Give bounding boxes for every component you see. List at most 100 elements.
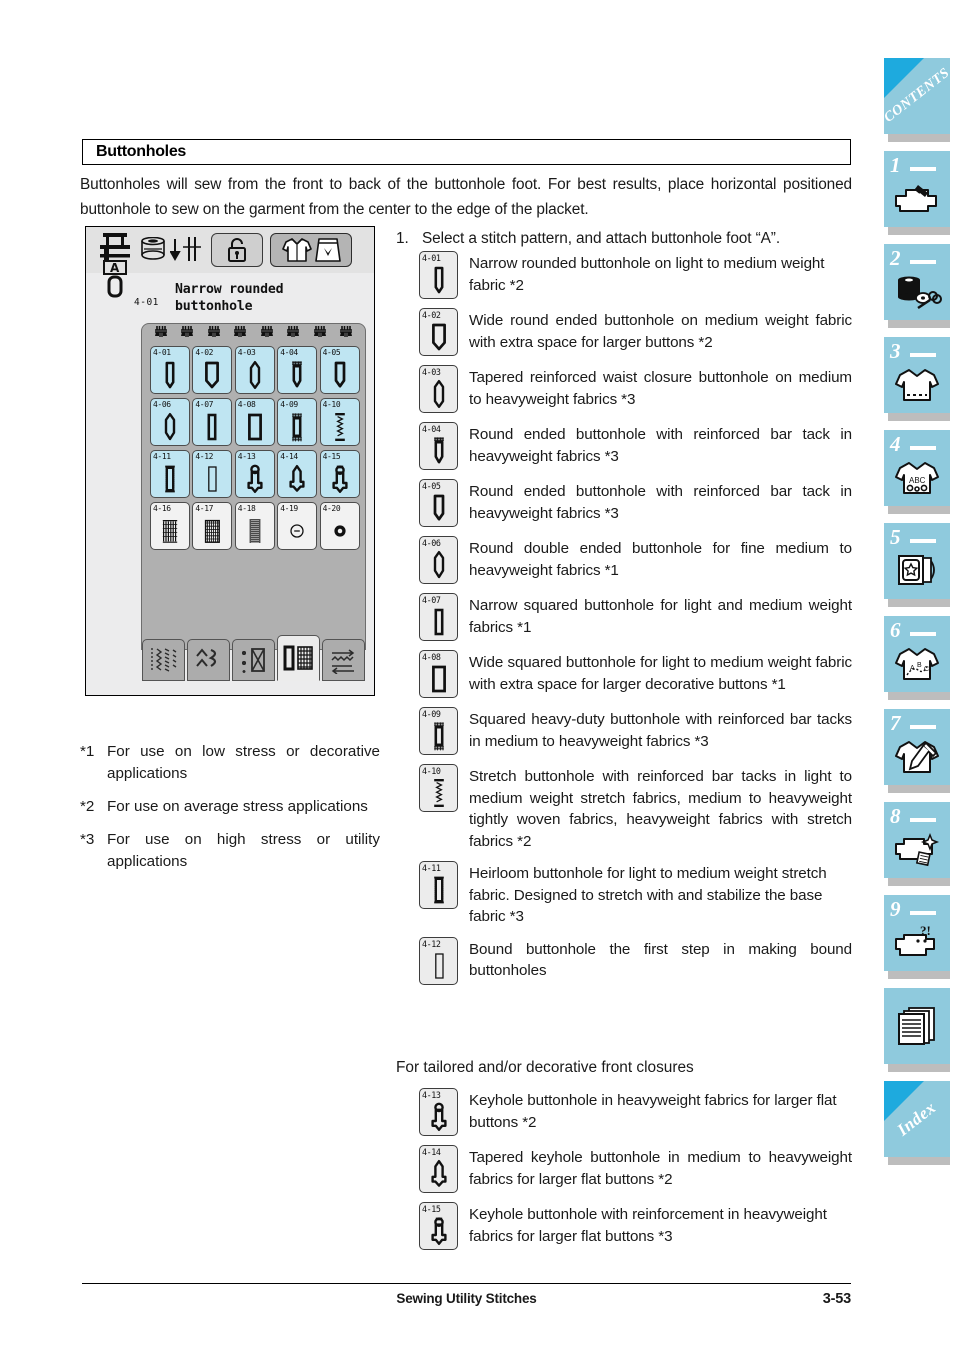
chapter-3-tab[interactable]: 3 [884, 337, 950, 421]
lcd-pattern-4-17[interactable]: 4-17 [192, 502, 233, 550]
pattern-label: 4-05 [322, 348, 341, 357]
chapter-9-tab[interactable]: 9 ?! [884, 895, 950, 979]
bh-bound-glyph [208, 466, 218, 492]
lcd-pattern-4-06[interactable]: 4-06 [150, 398, 190, 446]
lcd-pattern-4-16[interactable]: 4-16 [150, 502, 190, 550]
pattern-glyph [151, 359, 189, 391]
machine-question-icon: ?! [884, 918, 950, 968]
pattern-glyph [193, 359, 231, 391]
satin-stitch-tab[interactable] [232, 639, 275, 681]
pattern-label: 4-08 [237, 400, 256, 409]
lcd-pattern-4-18[interactable]: 4-18 [234, 502, 275, 550]
presser-foot-marker [207, 326, 221, 340]
bh-round-end-glyph [334, 361, 345, 388]
stitch-description-text: Squared heavy-duty buttonhole with reinf… [469, 711, 852, 750]
stitch-label: 4-09 [422, 709, 441, 719]
needle-down-icon [170, 237, 201, 262]
svg-text:A: A [110, 261, 120, 275]
lock-key-button[interactable] [211, 233, 263, 267]
reverse-direction-tab[interactable] [322, 639, 365, 681]
chapter-4-tab[interactable]: 4 ABC [884, 430, 950, 514]
lcd-pattern-4-13[interactable]: 4-13 [234, 450, 275, 498]
utility-stitch-tab[interactable] [142, 639, 185, 681]
bh-heirloom-glyph [433, 876, 444, 904]
stitch-description-row: 4-10 Stretch buttonhole with reinforced … [419, 764, 852, 852]
svg-text:B: B [917, 662, 922, 669]
footnote-marker: *3 [80, 831, 95, 848]
page: Buttonholes Buttonholes will sew from th… [0, 0, 954, 1346]
lcd-pattern-4-14[interactable]: 4-14 [277, 450, 318, 498]
bh-wide-square-glyph [431, 665, 446, 693]
lcd-pattern-4-08[interactable]: 4-08 [234, 398, 275, 446]
sewing-machine-icon [884, 174, 950, 224]
embroidery-hoop-icon [884, 546, 950, 596]
appendix-tab[interactable] [884, 988, 950, 1072]
documents-icon [884, 996, 950, 1056]
buttonhole-tab[interactable] [277, 635, 320, 681]
bh-tapered-glyph [249, 361, 260, 389]
lcd-pattern-4-20[interactable]: 4-20 [319, 502, 360, 550]
stitch-label: 4-12 [422, 938, 441, 949]
stitch-glyph [420, 492, 457, 524]
pattern-glyph [321, 515, 359, 547]
stitch-description-row: 4-12 Bound buttonhole the first step in … [419, 936, 852, 985]
bobbin-winder-icon [141, 237, 165, 260]
stitch-description-row: 4-05 Round ended buttonhole with reinfor… [419, 479, 852, 527]
pattern-glyph [236, 463, 274, 495]
bh-narrow-square-glyph [434, 608, 443, 636]
svg-text:A: A [910, 665, 915, 672]
lcd-pattern-4-04[interactable]: 4-04 [277, 346, 318, 394]
chapter-2-tab[interactable]: 2 [884, 244, 950, 328]
stitch-label: 4-14 [422, 1147, 441, 1157]
lcd-pattern-4-01[interactable]: 4-01 [150, 346, 190, 394]
tab-dash [910, 632, 936, 636]
presser-foot-marker [313, 326, 327, 340]
pattern-label: 4-18 [237, 504, 256, 513]
lcd-pattern-4-03[interactable]: 4-03 [234, 346, 275, 394]
lcd-pattern-panel: 4-01 4-02 4-03 4-04 4-05 4-06 4-07 4-08 … [141, 323, 366, 650]
chapter-6-tab[interactable]: 6 A B C [884, 616, 950, 700]
bh-keyhole-taper-glyph [289, 465, 305, 492]
chapter-1-tab[interactable]: 1 [884, 151, 950, 235]
stitch-description-row: 4-14 Tapered keyhole buttonhole in mediu… [419, 1145, 852, 1193]
lcd-pattern-4-02[interactable]: 4-02 [192, 346, 233, 394]
lcd-pattern-4-11[interactable]: 4-11 [150, 450, 190, 498]
stitch-icon-4-07: 4-07 [419, 593, 458, 641]
presser-foot-marker [180, 326, 194, 340]
chapter-8-tab[interactable]: 8 [884, 802, 950, 886]
stitch-description-text: Keyhole buttonhole with reinforcement in… [469, 1206, 827, 1245]
pattern-label: 4-13 [237, 452, 256, 461]
pattern-glyph [236, 359, 274, 391]
pattern-label: 4-17 [195, 504, 214, 513]
tab-dash [910, 167, 936, 171]
lcd-pattern-4-15[interactable]: 4-15 [319, 450, 360, 498]
stitch-glyph [420, 606, 457, 638]
pattern-label: 4-11 [153, 452, 171, 461]
tab-dash [910, 818, 936, 822]
pattern-glyph [151, 411, 189, 443]
lcd-pattern-4-19[interactable]: 4-19 [277, 502, 318, 550]
presser-foot-marker [154, 326, 168, 340]
lcd-pattern-4-05[interactable]: 4-05 [319, 346, 360, 394]
pattern-label: 4-15 [322, 452, 341, 461]
contents-tab[interactable]: CONTENTS [881, 58, 952, 142]
index-tab[interactable]: Index [884, 1081, 950, 1165]
decorative-stitch-tab[interactable] [187, 639, 230, 681]
chapter-7-tab[interactable]: 7 [884, 709, 950, 793]
chapter-5-tab[interactable]: 5 [884, 523, 950, 607]
stitch-glyph [420, 435, 457, 467]
lcd-pattern-4-10[interactable]: 4-10 [319, 398, 360, 446]
stitch-description-text: Wide squared buttonhole for light to med… [469, 654, 852, 693]
svg-text:C: C [924, 666, 929, 673]
darning-wide-glyph [162, 520, 178, 543]
garment-select-button[interactable] [270, 233, 352, 267]
lcd-pattern-4-07[interactable]: 4-07 [192, 398, 233, 446]
bartack-glyph [249, 519, 261, 543]
stitch-label: 4-10 [422, 766, 441, 776]
bh-stretch-glyph [334, 413, 345, 441]
stitch-description-text: Heirloom buttonhole for light to medium … [469, 865, 827, 925]
pattern-glyph [193, 463, 231, 495]
lcd-pattern-4-09[interactable]: 4-09 [277, 398, 318, 446]
lcd-pattern-4-12[interactable]: 4-12 [192, 450, 233, 498]
footnote-text: For use on low stress or decorative appl… [107, 743, 380, 782]
